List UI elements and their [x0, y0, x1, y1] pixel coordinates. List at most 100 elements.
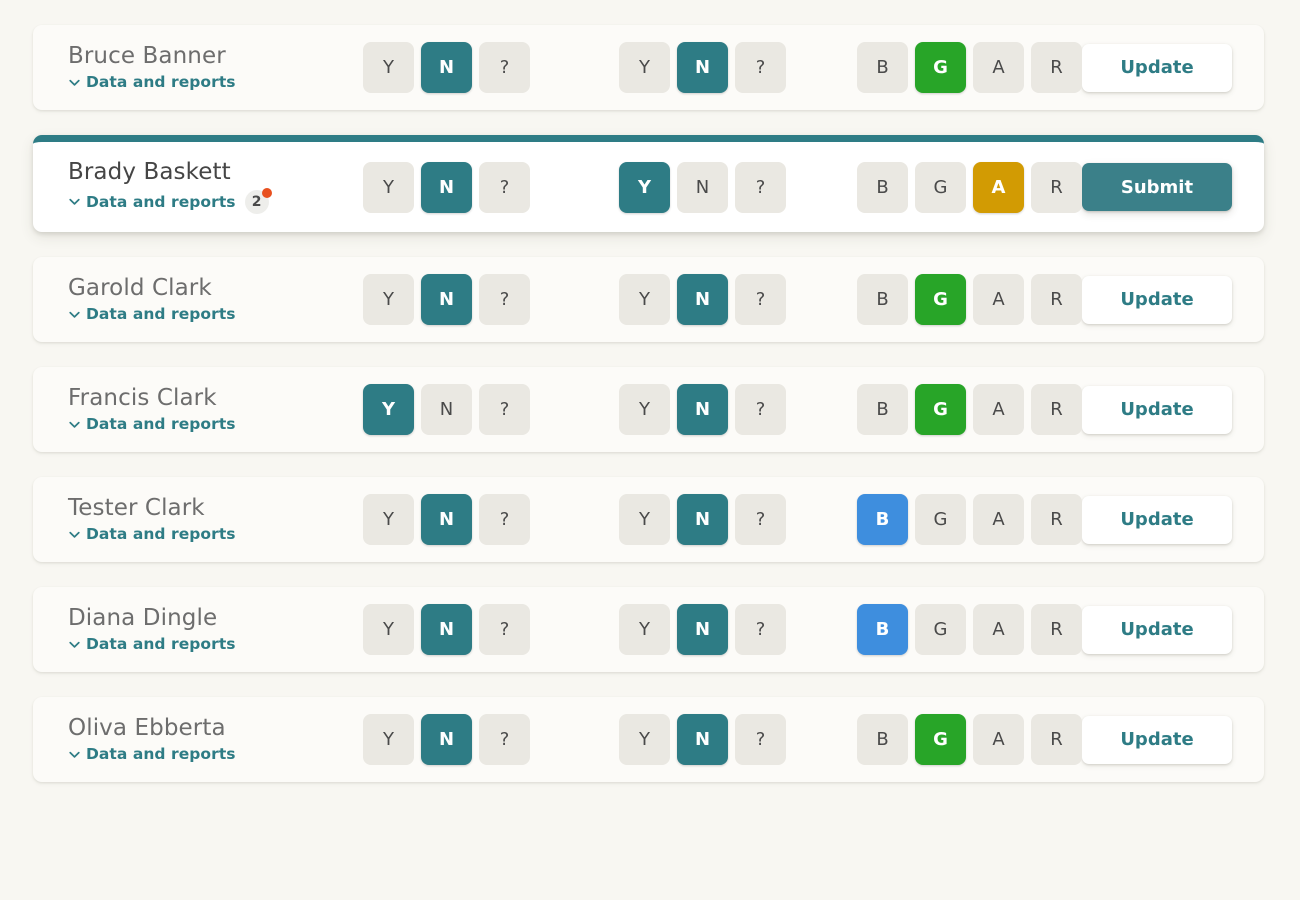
toggle-option-b[interactable]: B: [857, 714, 908, 765]
toggle-option-a[interactable]: A: [973, 384, 1024, 435]
toggle-option-y[interactable]: Y: [619, 274, 670, 325]
action-cell: Submit: [1082, 163, 1270, 211]
toggle-option-y[interactable]: Y: [619, 42, 670, 93]
toggle-option-a[interactable]: A: [973, 714, 1024, 765]
chevron-down-icon[interactable]: [68, 748, 81, 761]
toggle-option-r[interactable]: R: [1031, 604, 1082, 655]
toggle-option-n[interactable]: N: [421, 604, 472, 655]
toggle-option-a[interactable]: A: [973, 494, 1024, 545]
update-button[interactable]: Update: [1082, 385, 1232, 434]
toggle-option-r[interactable]: R: [1031, 42, 1082, 93]
toggle-option-y[interactable]: Y: [363, 494, 414, 545]
toggle-option-n[interactable]: N: [421, 42, 472, 93]
toggle-option-n[interactable]: N: [421, 494, 472, 545]
update-button[interactable]: Update: [1082, 275, 1232, 324]
data-and-reports-link[interactable]: Data and reports: [86, 635, 236, 653]
data-and-reports-link[interactable]: Data and reports: [86, 745, 236, 763]
toggle-option-y[interactable]: Y: [619, 604, 670, 655]
toggle-option-a[interactable]: A: [973, 274, 1024, 325]
toggle-option-y[interactable]: Y: [363, 274, 414, 325]
toggle-option-b[interactable]: B: [857, 161, 908, 213]
toggle-option-b[interactable]: B: [857, 494, 908, 545]
chevron-down-icon[interactable]: [68, 308, 81, 321]
toggle-option-r[interactable]: R: [1031, 274, 1082, 325]
toggle-option-y[interactable]: Y: [363, 161, 414, 213]
toggle-option-y[interactable]: Y: [363, 604, 414, 655]
toggle-option-g[interactable]: G: [915, 274, 966, 325]
toggle-option-n[interactable]: N: [677, 384, 728, 435]
toggle-option-unknown[interactable]: ?: [479, 384, 530, 435]
toggle-option-n[interactable]: N: [677, 604, 728, 655]
data-and-reports-link[interactable]: Data and reports: [86, 415, 236, 433]
toggle-option-b[interactable]: B: [857, 384, 908, 435]
toggle-option-y[interactable]: Y: [619, 494, 670, 545]
table-row[interactable]: Brady Baskett Data and reports 2 Y N? Y N? B G A R…: [33, 135, 1264, 232]
chevron-down-icon[interactable]: [68, 195, 81, 208]
toggle-option-n[interactable]: N: [421, 161, 472, 213]
data-and-reports-link[interactable]: Data and reports: [86, 305, 236, 323]
toggle-option-g[interactable]: G: [915, 42, 966, 93]
update-button[interactable]: Update: [1082, 605, 1232, 654]
toggle-option-a[interactable]: A: [973, 604, 1024, 655]
toggle-option-y[interactable]: Y: [363, 42, 414, 93]
toggle-option-n[interactable]: N: [421, 714, 472, 765]
toggle-option-unknown[interactable]: ?: [479, 604, 530, 655]
toggle-option-n[interactable]: N: [677, 161, 728, 213]
table-row[interactable]: Diana Dingle Data and reports Y N? Y N? B G A R Up…: [33, 587, 1264, 672]
toggle-option-r[interactable]: R: [1031, 494, 1082, 545]
table-row[interactable]: Oliva Ebberta Data and reports Y N? Y N? B G A R U…: [33, 697, 1264, 782]
update-button[interactable]: Update: [1082, 495, 1232, 544]
toggle-option-g[interactable]: G: [915, 384, 966, 435]
toggle-option-r[interactable]: R: [1031, 384, 1082, 435]
toggle-option-unknown[interactable]: ?: [735, 161, 786, 213]
submit-button[interactable]: Submit: [1082, 163, 1232, 211]
toggle-option-n[interactable]: N: [421, 274, 472, 325]
toggle-option-y[interactable]: Y: [363, 714, 414, 765]
toggle-option-unknown[interactable]: ?: [735, 494, 786, 545]
toggle-option-unknown[interactable]: ?: [735, 604, 786, 655]
data-and-reports-link[interactable]: Data and reports: [86, 193, 236, 211]
toggle-option-r[interactable]: R: [1031, 714, 1082, 765]
toggle-option-n[interactable]: N: [677, 42, 728, 93]
update-button[interactable]: Update: [1082, 715, 1232, 764]
toggle-option-unknown[interactable]: ?: [735, 714, 786, 765]
toggle-option-y[interactable]: Y: [619, 384, 670, 435]
chevron-down-icon[interactable]: [68, 76, 81, 89]
toggle-option-y[interactable]: Y: [363, 384, 414, 435]
toggle-option-unknown[interactable]: ?: [735, 42, 786, 93]
toggle-option-n[interactable]: N: [677, 494, 728, 545]
toggle-option-unknown[interactable]: ?: [735, 384, 786, 435]
toggle-option-unknown[interactable]: ?: [479, 494, 530, 545]
data-and-reports-link[interactable]: Data and reports: [86, 73, 236, 91]
toggle-option-b[interactable]: B: [857, 604, 908, 655]
toggle-option-g[interactable]: G: [915, 161, 966, 213]
toggle-option-g[interactable]: G: [915, 714, 966, 765]
toggle-option-y[interactable]: Y: [619, 161, 670, 213]
toggle-option-unknown[interactable]: ?: [479, 714, 530, 765]
toggle-option-g[interactable]: G: [915, 494, 966, 545]
table-row[interactable]: Tester Clark Data and reports Y N? Y N? B G A R Up…: [33, 477, 1264, 562]
toggle-option-unknown[interactable]: ?: [735, 274, 786, 325]
toggle-option-a[interactable]: A: [973, 42, 1024, 93]
table-row[interactable]: Francis Clark Data and reports Y N? Y N? B G A R U…: [33, 367, 1264, 452]
chevron-down-icon[interactable]: [68, 418, 81, 431]
toggle-option-g[interactable]: G: [915, 604, 966, 655]
chevron-down-icon[interactable]: [68, 638, 81, 651]
toggle-option-n[interactable]: N: [677, 714, 728, 765]
chevron-down-icon[interactable]: [68, 528, 81, 541]
toggle-option-a[interactable]: A: [973, 161, 1024, 213]
table-row[interactable]: Bruce Banner Data and reports Y N? Y N? B G A R Up…: [33, 25, 1264, 110]
toggle-option-y[interactable]: Y: [619, 714, 670, 765]
data-and-reports-link[interactable]: Data and reports: [86, 525, 236, 543]
toggle-option-n[interactable]: N: [421, 384, 472, 435]
table-row[interactable]: Garold Clark Data and reports Y N? Y N? B G A R Up…: [33, 257, 1264, 342]
toggle-option-unknown[interactable]: ?: [479, 42, 530, 93]
toggle-option-b[interactable]: B: [857, 274, 908, 325]
toggle-option-n[interactable]: N: [677, 274, 728, 325]
toggle-option-unknown[interactable]: ?: [479, 274, 530, 325]
update-button[interactable]: Update: [1082, 43, 1232, 92]
toggle-option-unknown[interactable]: ?: [479, 161, 530, 213]
toggle-group-3: BGAR: [857, 494, 1082, 545]
toggle-option-r[interactable]: R: [1031, 161, 1082, 213]
toggle-option-b[interactable]: B: [857, 42, 908, 93]
